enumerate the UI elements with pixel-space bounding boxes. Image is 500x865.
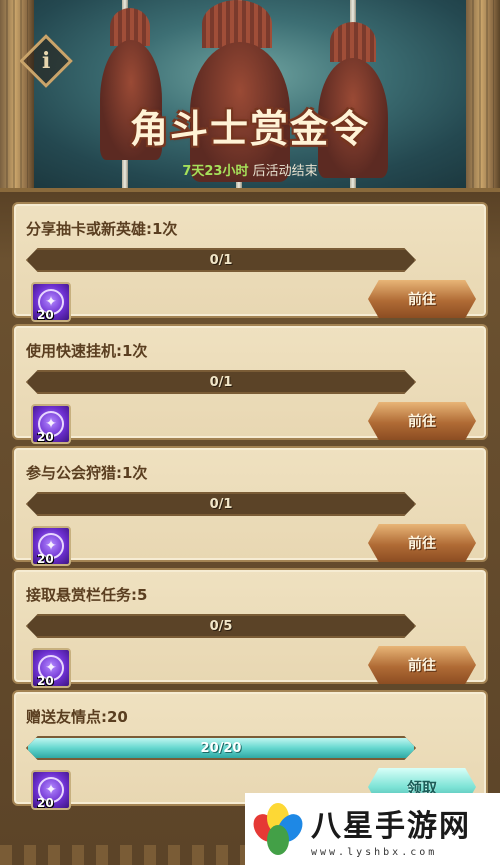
task-title: 赠送友情点:20 — [26, 708, 128, 726]
task-title: 使用快速挂机:1次 — [26, 342, 148, 360]
progress-text: 0/1 — [209, 496, 233, 512]
site-logo-icon — [248, 803, 308, 855]
progress-bar: 20/20 — [26, 736, 416, 760]
progress-text: 20/20 — [200, 740, 242, 756]
task-card: 分享抽卡或新英雄:1次 0/1 ✦ 20 前往 — [12, 202, 488, 322]
go-button[interactable]: 前往 — [368, 280, 476, 318]
progress-text: 0/1 — [209, 252, 233, 268]
helmet-crest — [202, 0, 272, 48]
reward-item[interactable]: ✦ 20 — [31, 648, 71, 688]
reward-count: 20 — [37, 674, 54, 688]
reward-count: 20 — [37, 430, 54, 444]
reward-count: 20 — [37, 552, 54, 566]
reward-item[interactable]: ✦ 20 — [31, 770, 71, 810]
task-card: 参与公会狩猎:1次 0/1 ✦ 20 前往 — [12, 446, 488, 566]
progress-bar: 0/1 — [26, 492, 416, 516]
progress-text: 0/1 — [209, 374, 233, 390]
event-title: 角斗士赏金令 — [129, 107, 370, 151]
task-card: 使用快速挂机:1次 0/1 ✦ 20 前往 — [12, 324, 488, 444]
go-button[interactable]: 前往 — [368, 402, 476, 440]
reward-count: 20 — [37, 308, 54, 322]
info-icon: i — [41, 47, 51, 74]
site-url: www.lyshbx.com — [311, 846, 438, 858]
progress-bar: 0/5 — [26, 614, 416, 638]
reward-item[interactable]: ✦ 20 — [31, 404, 71, 444]
task-title: 参与公会狩猎:1次 — [26, 464, 148, 482]
progress-bar: 0/1 — [26, 370, 416, 394]
site-name: 八星手游网 — [311, 808, 471, 844]
task-list: 分享抽卡或新英雄:1次 0/1 ✦ 20 前往 使用快速挂机:1次 0/1 ✦ … — [0, 192, 500, 865]
countdown-suffix: 后活动结束 — [252, 164, 318, 179]
reward-item[interactable]: ✦ 20 — [31, 282, 71, 322]
go-button[interactable]: 前往 — [368, 646, 476, 684]
task-title: 分享抽卡或新英雄:1次 — [26, 220, 178, 238]
reward-count: 20 — [37, 796, 54, 810]
event-banner: i 角斗士赏金令 7天23小时 后活动结束 — [0, 0, 500, 192]
task-card: 赠送友情点:20 20/20 ✦ 20 领取 — [12, 690, 488, 810]
task-title: 接取悬赏栏任务:5 — [26, 586, 148, 604]
task-card: 接取悬赏栏任务:5 0/5 ✦ 20 前往 — [12, 568, 488, 688]
reward-item[interactable]: ✦ 20 — [31, 526, 71, 566]
go-button[interactable]: 前往 — [368, 524, 476, 562]
countdown-value: 7天23小时 — [182, 164, 249, 179]
helmet-crest — [330, 22, 376, 62]
event-countdown: 7天23小时 后活动结束 — [0, 160, 500, 179]
site-watermark: 八星手游网 www.lyshbx.com — [245, 793, 500, 865]
progress-bar: 0/1 — [26, 248, 416, 272]
progress-text: 0/5 — [209, 618, 233, 634]
